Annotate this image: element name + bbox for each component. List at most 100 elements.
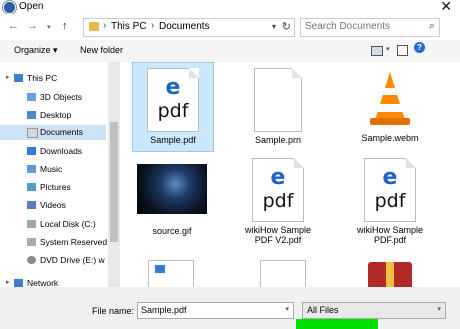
sidebar-item-this-pc[interactable]: ▸ This PC bbox=[0, 71, 106, 86]
refresh-icon[interactable]: ↻ bbox=[282, 20, 291, 33]
sidebar-item-label: Desktop bbox=[40, 110, 72, 120]
file-name: Sample.webm bbox=[361, 133, 419, 143]
breadcrumb-this-pc[interactable]: This PC bbox=[111, 21, 147, 32]
file-name: Sample.pdf bbox=[150, 135, 196, 145]
sidebar-item-label: DVD Drive (E:) w bbox=[40, 255, 105, 265]
network-icon bbox=[14, 279, 23, 287]
chevron-down-icon[interactable]: ▾ bbox=[437, 305, 441, 313]
image-thumbnail bbox=[137, 164, 207, 214]
sidebar-item-label: Documents bbox=[40, 127, 83, 137]
app-icon bbox=[3, 1, 16, 14]
preview-pane-icon[interactable] bbox=[397, 45, 408, 56]
file-item-wikihow-sample-pdf-v2[interactable]: e pdf wikiHow Sample PDF V2.pdf bbox=[238, 158, 318, 245]
sidebar-item-system-reserved[interactable]: System Reserved bbox=[0, 235, 108, 250]
sidebar-item-network[interactable]: ▸ Network bbox=[0, 276, 106, 287]
dvd-drive-icon bbox=[27, 256, 36, 264]
sidebar-item-label: Network bbox=[27, 278, 59, 287]
file-item-sample-prn[interactable]: Sample.prn bbox=[238, 62, 318, 145]
view-dropdown-icon[interactable]: ▾ bbox=[386, 45, 390, 53]
view-options-icon[interactable] bbox=[371, 46, 383, 56]
sidebar-item-music[interactable]: Music bbox=[0, 162, 106, 177]
search-box[interactable]: ⌕ bbox=[300, 18, 440, 37]
expand-chevron-icon[interactable]: ▸ bbox=[6, 73, 10, 81]
file-type-select[interactable]: All Files ▾ bbox=[302, 302, 446, 319]
chevron-down-icon[interactable]: ▾ bbox=[285, 305, 289, 313]
breadcrumb-separator-icon: › bbox=[151, 20, 155, 31]
sidebar-item-label: Pictures bbox=[40, 182, 71, 192]
file-name: source.gif bbox=[152, 226, 192, 236]
organize-button[interactable]: Organize ▾ bbox=[14, 45, 58, 56]
open-button-highlight[interactable] bbox=[296, 319, 378, 329]
search-input[interactable] bbox=[305, 21, 415, 32]
sidebar-item-label: Music bbox=[40, 164, 63, 174]
archive-icon[interactable] bbox=[368, 262, 412, 287]
file-item-sample-pdf[interactable]: e pdf Sample.pdf bbox=[132, 62, 214, 152]
sidebar-item-label: 3D Objects bbox=[40, 92, 83, 102]
sidebar-item-videos[interactable]: Videos bbox=[0, 198, 106, 213]
new-folder-button[interactable]: New folder bbox=[80, 45, 123, 55]
sidebar-item-dvd-drive[interactable]: DVD Drive (E:) w bbox=[0, 253, 106, 268]
file-item-source-gif[interactable]: source.gif bbox=[128, 158, 216, 236]
file-list: e pdf Sample.pdf Sample.prn Sample.webm s… bbox=[120, 62, 460, 287]
sidebar-item-label: This PC bbox=[27, 73, 58, 83]
address-dropdown-icon[interactable]: ▾ bbox=[272, 22, 276, 31]
downloads-icon bbox=[27, 147, 36, 155]
command-bar: Organize ▾ New folder ▾ ? bbox=[0, 40, 460, 62]
blank-document-icon bbox=[254, 68, 302, 132]
sidebar-item-downloads[interactable]: Downloads bbox=[0, 144, 106, 159]
sidebar-item-label: System Reserved bbox=[40, 237, 108, 247]
documents-icon bbox=[27, 128, 38, 138]
pdf-icon: e pdf bbox=[252, 158, 304, 222]
sidebar-item-label: Videos bbox=[40, 200, 66, 210]
sidebar-item-local-disk[interactable]: Local Disk (C:) bbox=[0, 217, 106, 232]
search-icon[interactable]: ⌕ bbox=[429, 20, 435, 33]
file-item-sample-webm[interactable]: Sample.webm bbox=[350, 62, 430, 143]
sidebar-item-pictures[interactable]: Pictures bbox=[0, 180, 106, 195]
sidebar-item-desktop[interactable]: Desktop bbox=[0, 108, 106, 123]
close-icon[interactable]: ✕ bbox=[440, 0, 452, 15]
pdf-icon: e pdf bbox=[147, 68, 199, 132]
help-icon[interactable]: ? bbox=[414, 42, 425, 53]
pdf-icon: e pdf bbox=[364, 158, 416, 222]
file-item-wikihow-sample-pdf[interactable]: e pdf wikiHow Sample PDF.pdf bbox=[350, 158, 430, 245]
vlc-cone-icon bbox=[365, 68, 415, 130]
bottom-bar: File name: Sample.pdf ▾ All Files ▾ bbox=[0, 287, 460, 329]
archive-strap-icon bbox=[386, 262, 394, 287]
file-name: wikiHow Sample PDF V2.pdf bbox=[244, 225, 312, 245]
scrollbar-thumb[interactable] bbox=[110, 122, 118, 242]
desktop-icon bbox=[27, 111, 36, 119]
sidebar-scrollbar[interactable] bbox=[108, 62, 120, 287]
file-name: Sample.prn bbox=[254, 135, 302, 145]
recent-locations-chevron-icon[interactable]: ▾ bbox=[47, 23, 51, 31]
sidebar-item-documents[interactable]: Documents bbox=[0, 125, 106, 140]
videos-icon bbox=[27, 201, 36, 209]
sidebar-item-label: Local Disk (C:) bbox=[40, 219, 96, 229]
hard-drive-icon bbox=[27, 220, 36, 228]
computer-icon bbox=[14, 74, 23, 82]
folder-icon bbox=[89, 22, 99, 31]
navigation-pane: ▸ This PC 3D Objects Desktop Documents D… bbox=[0, 62, 109, 287]
music-icon bbox=[27, 165, 36, 173]
forward-arrow-icon[interactable]: → bbox=[27, 20, 38, 32]
sidebar-item-3d-objects[interactable]: 3D Objects bbox=[0, 90, 106, 105]
up-arrow-icon[interactable]: ↑ bbox=[62, 20, 68, 32]
file-name-value: Sample.pdf bbox=[141, 305, 187, 315]
3d-objects-icon bbox=[27, 93, 36, 101]
pictures-icon bbox=[27, 183, 36, 191]
back-arrow-icon[interactable]: ← bbox=[8, 20, 19, 32]
file-type-value: All Files bbox=[307, 305, 339, 315]
address-bar[interactable]: › This PC › Documents ▾ ↻ bbox=[83, 18, 295, 37]
hard-drive-icon bbox=[27, 238, 36, 246]
partial-document-icon[interactable] bbox=[260, 260, 306, 287]
file-name-label: File name: bbox=[92, 306, 135, 316]
window-title: Open bbox=[19, 1, 44, 12]
partial-document-icon[interactable] bbox=[148, 260, 194, 287]
document-badge-icon bbox=[155, 265, 165, 273]
sidebar-item-label: Downloads bbox=[40, 146, 83, 156]
breadcrumb-documents[interactable]: Documents bbox=[159, 21, 210, 32]
title-bar: Open ✕ bbox=[0, 0, 460, 14]
expand-chevron-icon[interactable]: ▸ bbox=[6, 278, 10, 286]
breadcrumb-separator-icon: › bbox=[103, 20, 107, 31]
file-name-input[interactable]: Sample.pdf ▾ bbox=[137, 302, 294, 319]
address-row: ← → ▾ ↑ › This PC › Documents ▾ ↻ ⌕ bbox=[0, 14, 460, 40]
